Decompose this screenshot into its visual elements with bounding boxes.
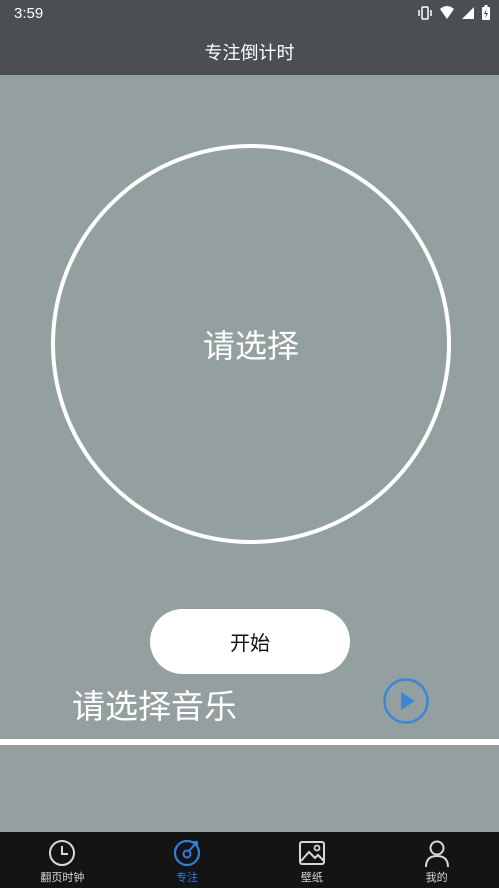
person-icon <box>424 840 449 868</box>
clock-icon <box>49 840 76 866</box>
tab-wallpaper[interactable]: 壁纸 <box>250 832 375 888</box>
tab-label: 翻页时钟 <box>40 871 85 884</box>
tab-focus[interactable]: 专注 <box>125 832 250 888</box>
signal-icon <box>462 7 474 19</box>
tab-mine[interactable]: 我的 <box>374 832 499 888</box>
tab-label: 壁纸 <box>300 871 323 884</box>
tab-label: 我的 <box>425 871 448 884</box>
start-button[interactable]: 开始 <box>150 609 350 674</box>
play-icon[interactable] <box>383 678 429 724</box>
status-bar: 3:59 <box>0 0 499 28</box>
status-time: 3:59 <box>14 5 44 22</box>
tab-label: 专注 <box>176 871 199 884</box>
timer-circle[interactable]: 请选择 <box>51 144 451 544</box>
bottom-tab-bar: 翻页时钟 专注 壁纸 我的 <box>0 832 499 888</box>
vibrate-icon <box>418 6 432 20</box>
music-select-label[interactable]: 请选择音乐 <box>72 680 237 728</box>
page-title: 专注倒计时 <box>204 42 295 64</box>
progress-divider <box>0 739 499 745</box>
focus-main: 请选择 开始 请选择音乐 <box>0 75 499 832</box>
image-icon <box>298 841 325 865</box>
timer-select-label: 请选择 <box>202 327 299 365</box>
tab-flip-clock[interactable]: 翻页时钟 <box>0 832 125 888</box>
focus-icon <box>174 839 201 867</box>
app-bar: 专注倒计时 <box>0 28 499 75</box>
battery-icon <box>482 5 490 20</box>
status-icons <box>417 5 491 21</box>
wifi-icon <box>440 6 454 19</box>
